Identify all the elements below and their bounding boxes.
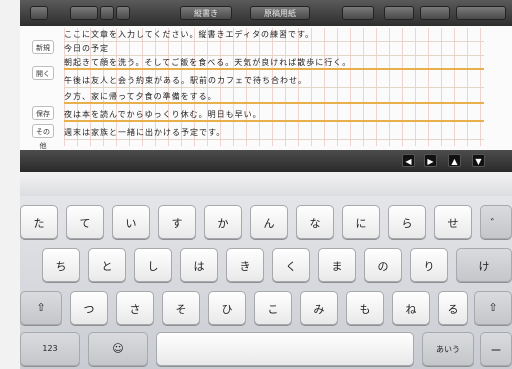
toolbar-right-button-3[interactable]	[420, 6, 450, 20]
key[interactable]: ら	[388, 205, 426, 239]
key[interactable]: た	[20, 205, 58, 239]
text-line: 今日の予定	[64, 42, 484, 56]
emoji-key[interactable]: ☺	[88, 332, 148, 366]
return-key[interactable]: け	[456, 248, 512, 282]
dakuten-key[interactable]: ゛	[480, 205, 512, 239]
new-button[interactable]: 新規	[32, 40, 54, 54]
key[interactable]: せ	[434, 205, 472, 239]
arrow-up-button[interactable]: ▲	[448, 154, 461, 167]
key[interactable]: い	[112, 205, 150, 239]
key[interactable]: こ	[254, 291, 292, 325]
key[interactable]: と	[88, 248, 126, 282]
key[interactable]: み	[300, 291, 338, 325]
segment-vertical[interactable]: 縦書き	[180, 6, 232, 20]
input-accessory-bar: ◀ ▶ ▲ ▼	[20, 150, 512, 172]
arrow-left-button[interactable]: ◀	[402, 154, 415, 167]
kana-toggle-key[interactable]: あいう	[422, 332, 474, 366]
keyboard-top-strip	[20, 172, 512, 196]
toolbar-right-button-1[interactable]	[342, 6, 374, 20]
key[interactable]: つ	[70, 291, 108, 325]
key[interactable]: も	[346, 291, 384, 325]
text-line: ここに文章を入力してください。縦書きエディタの練習です。	[64, 28, 484, 42]
open-button[interactable]: 開く	[32, 66, 54, 80]
key[interactable]: て	[66, 205, 104, 239]
top-toolbar: 縦書き 原稿用紙	[20, 0, 512, 26]
key[interactable]: く	[272, 248, 310, 282]
manuscript-paper[interactable]: ここに文章を入力してください。縦書きエディタの練習です。 今日の予定 朝起きて顔…	[64, 28, 484, 146]
space-key[interactable]	[156, 332, 414, 366]
key[interactable]: し	[134, 248, 172, 282]
shift-key[interactable]: ⇧	[20, 291, 62, 325]
shift-right-key[interactable]: ⇧	[474, 291, 512, 325]
text-line: 夕方、家に帰って夕食の準備をする。	[64, 90, 484, 104]
segment-manuscript[interactable]: 原稿用紙	[250, 6, 310, 20]
key[interactable]: き	[226, 248, 264, 282]
key[interactable]: ち	[42, 248, 80, 282]
key[interactable]: な	[296, 205, 334, 239]
screen: 縦書き 原稿用紙 新規 開く 保存 その他 ここに文章を入力してください。縦書き…	[0, 0, 512, 369]
text-line: 夜は本を読んでからゆっくり休む。明日も早い。	[64, 108, 484, 122]
text-line: 午後は友人と会う約束がある。駅前のカフェで待ち合わせ。	[64, 74, 484, 88]
more-button[interactable]: その他	[32, 124, 54, 150]
text-editor[interactable]: 新規 開く 保存 その他 ここに文章を入力してください。縦書きエディタの練習です…	[20, 26, 512, 150]
key[interactable]: ん	[250, 205, 288, 239]
key[interactable]: ね	[392, 291, 430, 325]
number-toggle-key[interactable]: 123	[20, 332, 80, 366]
arrow-right-button[interactable]: ▶	[424, 154, 437, 167]
info-button[interactable]	[116, 6, 130, 20]
key[interactable]: ま	[318, 248, 356, 282]
list-button[interactable]	[70, 6, 98, 20]
key[interactable]: に	[342, 205, 380, 239]
key[interactable]: そ	[162, 291, 200, 325]
arrow-down-button[interactable]: ▼	[472, 154, 485, 167]
key[interactable]: ひ	[208, 291, 246, 325]
text-line: 朝起きて顔を洗う。そしてご飯を食べる。天気が良ければ散歩に行く。	[64, 56, 484, 70]
key[interactable]: り	[410, 248, 448, 282]
keyboard-dismiss-key[interactable]: ー	[480, 332, 512, 366]
back-button[interactable]	[30, 6, 48, 20]
key[interactable]: か	[204, 205, 242, 239]
key[interactable]: の	[364, 248, 402, 282]
toolbar-right-button-2[interactable]	[384, 6, 414, 20]
key[interactable]: る	[438, 291, 468, 325]
text-line: 週末は家族と一緒に出かける予定です。	[64, 126, 484, 140]
key[interactable]: す	[158, 205, 196, 239]
left-bezel	[0, 0, 21, 369]
toolbar-right-button-4[interactable]	[456, 6, 506, 20]
key[interactable]: さ	[116, 291, 154, 325]
key[interactable]: は	[180, 248, 218, 282]
share-button[interactable]	[100, 6, 114, 20]
save-button[interactable]: 保存	[32, 106, 54, 120]
